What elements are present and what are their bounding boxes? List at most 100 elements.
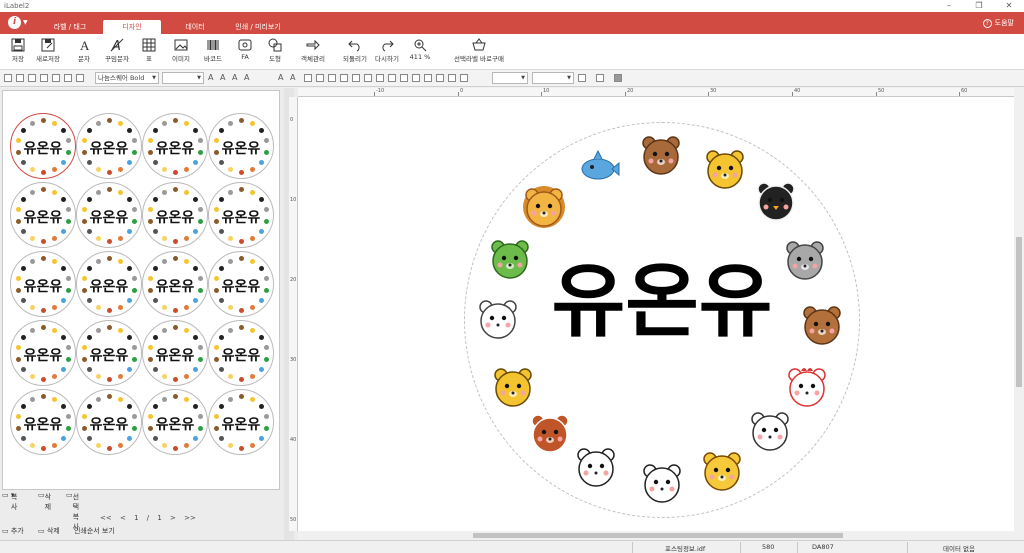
font-select[interactable]: 나눔스퀘어 Bold ▼ bbox=[95, 72, 159, 84]
panda-icon[interactable] bbox=[640, 461, 684, 505]
align-icon[interactable] bbox=[352, 74, 360, 82]
arrange-icon[interactable] bbox=[400, 74, 408, 82]
align-icon[interactable] bbox=[364, 74, 372, 82]
canvas-horizontal-scrollbar[interactable] bbox=[298, 531, 1014, 540]
mouse-icon[interactable] bbox=[783, 238, 827, 282]
bear-icon[interactable] bbox=[800, 303, 844, 347]
line-select[interactable]: ▼ bbox=[492, 72, 528, 84]
mini-label[interactable]: 유온유 bbox=[142, 320, 208, 386]
barcode-button[interactable]: 바코드 bbox=[196, 38, 230, 68]
format-icon[interactable] bbox=[52, 74, 60, 82]
format-icon[interactable] bbox=[16, 74, 24, 82]
tiger-icon[interactable] bbox=[703, 147, 747, 191]
mini-label[interactable]: 유온유 bbox=[208, 320, 274, 386]
arrange-icon[interactable] bbox=[424, 74, 432, 82]
copy-button[interactable]: ▭ 복사 ▾ bbox=[2, 491, 17, 511]
minimize-button[interactable]: – bbox=[934, 0, 964, 12]
leopard-icon[interactable] bbox=[700, 449, 744, 493]
undo-button[interactable]: 되돌리기 bbox=[338, 38, 372, 68]
text-format-icon[interactable]: A bbox=[244, 73, 249, 82]
tab-print-preview[interactable]: 인쇄 / 미리보기 bbox=[225, 20, 291, 34]
canvas-vertical-scrollbar[interactable] bbox=[1014, 97, 1024, 531]
line-width-select[interactable]: ▼ bbox=[532, 72, 574, 84]
align-icon[interactable] bbox=[328, 74, 336, 82]
redpanda-icon[interactable] bbox=[528, 411, 572, 455]
arrange-icon[interactable] bbox=[448, 74, 456, 82]
image-button[interactable]: 이미지 bbox=[164, 38, 198, 68]
fancy-text-button[interactable]: A 꾸밈문자 bbox=[100, 38, 134, 68]
fill-color-icon[interactable] bbox=[578, 74, 586, 82]
align-icon[interactable] bbox=[340, 74, 348, 82]
next-page-button[interactable]: > bbox=[170, 514, 176, 522]
text-button[interactable]: A 문자 bbox=[67, 38, 101, 68]
tab-label-tag[interactable]: 라벨 / 태그 bbox=[40, 20, 100, 34]
mini-label[interactable]: 유온유 bbox=[142, 251, 208, 317]
bear-icon[interactable] bbox=[639, 133, 683, 177]
lion-icon[interactable] bbox=[522, 185, 566, 229]
scroll-thumb[interactable] bbox=[473, 533, 843, 538]
label-main-text[interactable]: 유온유 bbox=[530, 257, 794, 347]
align-icon[interactable] bbox=[316, 74, 324, 82]
save-as-button[interactable]: 새로저장 bbox=[31, 38, 65, 68]
dolphin-icon[interactable] bbox=[576, 145, 620, 189]
zoom-button[interactable]: 411 % bbox=[403, 38, 437, 68]
format-icon[interactable] bbox=[64, 74, 72, 82]
arrange-icon[interactable] bbox=[460, 74, 468, 82]
mini-label[interactable]: 유온유 bbox=[208, 251, 274, 317]
arrange-icon[interactable] bbox=[388, 74, 396, 82]
maximize-button[interactable]: ❐ bbox=[964, 0, 994, 12]
fox-icon[interactable] bbox=[491, 365, 535, 409]
delete-button[interactable]: ▭ 삭제 bbox=[38, 491, 51, 511]
frog-icon[interactable] bbox=[488, 237, 532, 281]
line-color-icon[interactable] bbox=[596, 74, 604, 82]
mini-label[interactable]: 유온유 bbox=[10, 251, 76, 317]
select-copy-button[interactable]: ▭ 선택복사 bbox=[66, 491, 79, 531]
text-format-icon[interactable]: A bbox=[232, 73, 237, 82]
help-button[interactable]: ? 도움말 bbox=[982, 18, 1014, 28]
mini-label[interactable]: 유온유 bbox=[76, 320, 142, 386]
mini-label[interactable]: 유온유 bbox=[10, 182, 76, 248]
mini-label[interactable]: 유온유 bbox=[208, 113, 274, 179]
app-menu-button[interactable]: i ▼ bbox=[8, 15, 30, 30]
mini-label[interactable]: 유온유 bbox=[76, 113, 142, 179]
add-page-button[interactable]: ▭ 추가 bbox=[2, 527, 30, 535]
close-button[interactable]: ✕ bbox=[994, 0, 1024, 12]
shape-button[interactable]: 도형 bbox=[258, 38, 292, 68]
align-icon[interactable]: A bbox=[278, 73, 283, 82]
arrange-icon[interactable] bbox=[376, 74, 384, 82]
design-canvas[interactable]: 유온유 bbox=[298, 97, 1014, 531]
cow-icon[interactable] bbox=[748, 409, 792, 453]
scroll-thumb[interactable] bbox=[1016, 237, 1022, 387]
font-size-select[interactable]: ▼ bbox=[162, 72, 204, 84]
mini-label[interactable]: 유온유 bbox=[142, 113, 208, 179]
align-icon[interactable]: A bbox=[290, 73, 295, 82]
polarbear-icon[interactable] bbox=[476, 297, 520, 341]
first-page-button[interactable]: << bbox=[100, 514, 112, 522]
pattern-icon[interactable] bbox=[614, 74, 622, 82]
fa-button[interactable]: FA bbox=[228, 38, 262, 68]
penguin-icon[interactable] bbox=[754, 179, 798, 223]
mini-label[interactable]: 유온유 bbox=[208, 389, 274, 455]
redo-button[interactable]: 다시하기 bbox=[370, 38, 404, 68]
chicken-icon[interactable] bbox=[785, 365, 829, 409]
tab-data[interactable]: 데이터 bbox=[168, 20, 222, 34]
prev-page-button[interactable]: < bbox=[120, 514, 126, 522]
save-button[interactable]: 저장 bbox=[1, 38, 35, 68]
mini-label[interactable]: 유온유 bbox=[76, 389, 142, 455]
zebra-icon[interactable] bbox=[574, 445, 618, 489]
mini-label[interactable]: 유온유 bbox=[10, 389, 76, 455]
format-icon[interactable] bbox=[4, 74, 12, 82]
mini-label[interactable]: 유온유 bbox=[142, 182, 208, 248]
table-button[interactable]: 표 bbox=[132, 38, 166, 68]
arrange-icon[interactable] bbox=[412, 74, 420, 82]
text-format-icon[interactable]: A bbox=[208, 73, 213, 82]
arrange-icon[interactable] bbox=[436, 74, 444, 82]
text-format-icon[interactable]: A bbox=[220, 73, 225, 82]
last-page-button[interactable]: >> bbox=[184, 514, 196, 522]
mini-label[interactable]: 유온유 bbox=[142, 389, 208, 455]
mini-label[interactable]: 유온유 bbox=[76, 251, 142, 317]
delete-page-button[interactable]: ▭ 삭제 bbox=[38, 527, 66, 535]
align-icon[interactable] bbox=[304, 74, 312, 82]
mini-label[interactable]: 유온유 bbox=[10, 320, 76, 386]
mini-label[interactable]: 유온유 bbox=[10, 113, 76, 179]
